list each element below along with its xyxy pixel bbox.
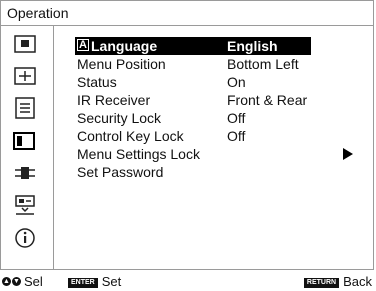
settings-list: A Language English Menu Position Bottom … (61, 29, 373, 269)
down-arrow-icon: ▼ (12, 277, 21, 286)
language-icon: A (77, 39, 89, 51)
menu-title: Operation (1, 1, 373, 26)
menu-row-language[interactable]: A Language English (75, 37, 311, 55)
menu-row-control-key-lock[interactable]: Control Key Lock Off (61, 127, 365, 145)
picture-icon (14, 35, 36, 53)
sidebar-item-picture[interactable] (13, 32, 37, 56)
menu-row-value: Off (227, 110, 246, 126)
category-sidebar (1, 26, 54, 269)
set-hint: ENTER Set (68, 272, 121, 291)
menu-row-label: Menu Settings Lock (77, 146, 200, 162)
menu-row-value: Bottom Left (227, 56, 299, 72)
back-hint: RETURN Back (303, 272, 372, 291)
return-key-badge: RETURN (303, 277, 340, 288)
menu-row-label: Control Key Lock (77, 128, 184, 144)
sidebar-item-installation[interactable] (13, 193, 37, 217)
menu-row-label: Status (77, 74, 117, 90)
enter-key-badge: ENTER (68, 277, 98, 288)
select-hint: ▲ ▼ Sel (2, 272, 43, 291)
submenu-arrow-icon (343, 148, 353, 160)
menu-row-value: On (227, 74, 246, 90)
button-guide: ▲ ▼ Sel ENTER Set RETURN Back (0, 272, 376, 291)
menu-row-label: Security Lock (77, 110, 162, 126)
sidebar-item-screen[interactable] (13, 64, 37, 88)
select-label: Sel (24, 274, 43, 289)
menu-row-value: Off (227, 128, 246, 144)
menu-row-status[interactable]: Status On (61, 73, 365, 91)
menu-row-value: Front & Rear (227, 92, 308, 108)
up-arrow-icon: ▲ (2, 277, 11, 286)
operation-icon (13, 132, 35, 150)
menu-row-security-lock[interactable]: Security Lock Off (61, 109, 365, 127)
function-icon (15, 97, 35, 119)
menu-row-ir-receiver[interactable]: IR Receiver Front & Rear (61, 91, 365, 109)
sidebar-item-information[interactable] (13, 226, 37, 250)
menu-row-label: IR Receiver (77, 92, 151, 108)
back-label: Back (343, 274, 372, 289)
sidebar-item-connection[interactable] (13, 161, 37, 185)
menu-row-menu-settings-lock[interactable]: Menu Settings Lock (61, 145, 365, 163)
menu-row-label: Set Password (77, 164, 164, 180)
installation-icon (15, 195, 35, 215)
set-label: Set (101, 274, 122, 289)
information-icon (15, 228, 35, 248)
sidebar-item-function[interactable] (13, 96, 37, 120)
menu-window: Operation A Language English Menu Positi… (0, 0, 374, 270)
connection-icon (15, 167, 35, 179)
menu-row-label: Menu Position (77, 56, 166, 72)
screen-adjust-icon (14, 67, 36, 85)
menu-row-set-password[interactable]: Set Password (61, 163, 365, 181)
menu-row-value: English (227, 38, 278, 54)
sidebar-item-operation[interactable] (12, 129, 36, 153)
menu-row-label: Language (91, 38, 158, 54)
menu-row-menu-position[interactable]: Menu Position Bottom Left (61, 55, 365, 73)
